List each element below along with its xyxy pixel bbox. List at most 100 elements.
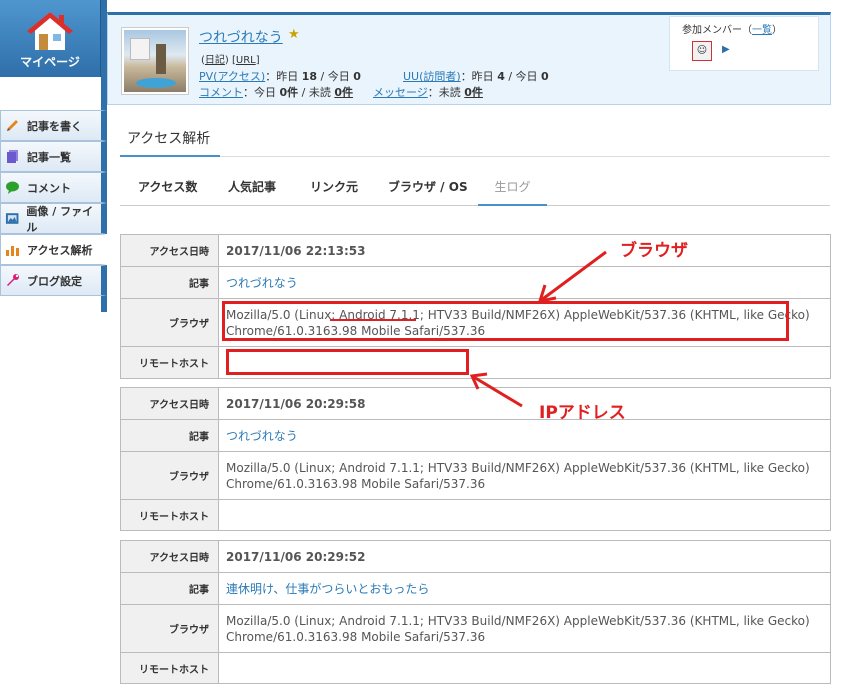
message-link[interactable]: メッセージ xyxy=(373,86,428,99)
sidebar-item-label: コメント xyxy=(27,181,71,195)
log-row-remote-host: リモートホスト xyxy=(120,652,831,684)
tab-raw-log[interactable]: 生ログ xyxy=(478,172,547,206)
pv-yesterday-value: 18 xyxy=(301,70,318,83)
sidebar-item-label: 画像 / ファイル xyxy=(26,204,94,234)
log-row-article: 記事 連休明け、仕事がつらいとおもったら xyxy=(120,572,831,605)
tab-access-count[interactable]: アクセス数 xyxy=(138,172,197,206)
uu-today-label: / 今日 xyxy=(508,70,538,83)
row-label: ブラウザ xyxy=(120,604,219,653)
sidebar-item-images-files[interactable]: 画像 / ファイル xyxy=(0,203,107,234)
log-row-datetime: アクセス日時 2017/11/06 20:29:58 xyxy=(120,387,831,420)
wrench-icon xyxy=(7,274,19,286)
row-label: リモートホスト xyxy=(120,499,219,531)
access-datetime: 2017/11/06 20:29:52 xyxy=(218,540,831,573)
article-link[interactable]: つれづれなう xyxy=(226,429,298,443)
title-underline xyxy=(120,155,220,157)
article-link[interactable]: つれづれなう xyxy=(226,276,298,290)
message-stats: メッセージ：未読 0件 xyxy=(373,84,483,100)
uu-link[interactable]: UU(訪問者) xyxy=(403,70,461,83)
diary-link[interactable]: 日記 xyxy=(205,55,225,66)
row-label: ブラウザ xyxy=(120,451,219,500)
tab-browser-os[interactable]: ブラウザ / OS xyxy=(388,172,468,206)
browser-annotation: ブラウザ xyxy=(620,241,688,261)
sidebar-menu: 記事を書く 記事一覧 コメント 画像 / ファイル アクセス解析 ブログ設定 xyxy=(0,110,107,296)
speech-bubble-icon xyxy=(6,181,19,194)
avatar-photo xyxy=(124,30,186,92)
row-label: リモートホスト xyxy=(120,346,219,379)
comment-today-value: 0件 xyxy=(279,86,299,99)
mypage-button[interactable]: マイページ xyxy=(0,0,101,77)
chevron-right-icon[interactable]: ▶ xyxy=(722,44,730,55)
comment-unread-link[interactable]: 0件 xyxy=(334,86,353,99)
sidebar-item-label: ブログ設定 xyxy=(27,274,82,288)
member-avatar-icon[interactable]: ☺ xyxy=(692,41,712,61)
uu-today-value: 0 xyxy=(541,70,549,83)
url-link[interactable]: URL xyxy=(236,55,256,66)
row-label: リモートホスト xyxy=(120,652,219,684)
star-icon[interactable]: ★ xyxy=(288,27,300,42)
ip-highlight-box xyxy=(226,349,469,375)
members-label: 参加メンバー（一覧） xyxy=(682,25,782,36)
row-label: 記事 xyxy=(120,266,219,299)
house-icon xyxy=(27,12,73,50)
remote-host xyxy=(218,499,831,531)
row-label: ブラウザ xyxy=(120,298,219,347)
sidebar-item-access-analysis[interactable]: アクセス解析 xyxy=(0,234,107,265)
ua-line1: Mozilla/5.0 (Linux; Android 7.1.1; HTV33… xyxy=(226,613,810,628)
log-row-datetime: アクセス日時 2017/11/06 20:29:52 xyxy=(120,540,831,573)
members-title: 参加メンバー xyxy=(682,25,742,36)
uu-yesterday-value: 4 xyxy=(497,70,505,83)
members-list-link[interactable]: 一覧 xyxy=(752,25,772,36)
user-agent: Mozilla/5.0 (Linux; Android 7.1.1; HTV33… xyxy=(218,604,831,653)
mypage-label: マイページ xyxy=(20,55,80,69)
remote-host xyxy=(218,652,831,684)
analysis-tabs: アクセス数 人気記事 リンク元 ブラウザ / OS 生ログ xyxy=(120,172,830,206)
comment-stats: コメント：今日 0件 / 未読 0件 xyxy=(199,84,353,100)
members-panel: 参加メンバー（一覧） ☺ ▶ xyxy=(669,16,819,71)
blog-title-link[interactable]: つれづれなう xyxy=(199,27,283,47)
row-label: 記事 xyxy=(120,572,219,605)
sidebar-item-article-list[interactable]: 記事一覧 xyxy=(0,141,107,172)
article-link[interactable]: 連休明け、仕事がつらいとおもったら xyxy=(226,582,429,596)
tab-referrers[interactable]: リンク元 xyxy=(310,172,358,206)
image-icon xyxy=(5,213,19,224)
row-label: アクセス日時 xyxy=(120,540,219,573)
sidebar-item-comments[interactable]: コメント xyxy=(0,172,107,203)
message-unread-label: ：未読 xyxy=(427,86,461,99)
log-entry: アクセス日時 2017/11/06 20:29:58 記事 つれづれなう ブラウ… xyxy=(120,387,831,531)
tab-popular-articles[interactable]: 人気記事 xyxy=(228,172,276,206)
sidebar-item-blog-settings[interactable]: ブログ設定 xyxy=(0,265,107,296)
blog-sublinks: (日記) [URL] xyxy=(201,55,260,66)
access-datetime: 2017/11/06 20:29:58 xyxy=(218,387,831,420)
comment-today-label: ：今日 xyxy=(243,86,276,99)
row-label: アクセス日時 xyxy=(120,234,219,267)
log-row-remote-host: リモートホスト xyxy=(120,499,831,531)
pv-today-value: 0 xyxy=(353,70,361,83)
avatar[interactable] xyxy=(121,27,189,95)
uu-stats: UU(訪問者)：昨日 4 / 今日 0 xyxy=(403,68,549,84)
sidebar-item-write-article[interactable]: 記事を書く xyxy=(0,110,107,141)
documents-icon xyxy=(7,150,18,163)
sidebar-item-label: アクセス解析 xyxy=(27,243,93,257)
log-row-article: 記事 つれづれなう xyxy=(120,419,831,452)
pv-today-label: / 今日 xyxy=(320,70,350,83)
message-unread-link[interactable]: 0件 xyxy=(464,86,483,99)
android-version-underline xyxy=(330,319,416,321)
comment-unread-label: / 未読 xyxy=(301,86,331,99)
log-row-article: 記事 つれづれなう xyxy=(120,266,831,299)
user-agent: Mozilla/5.0 (Linux; Android 7.1.1; HTV33… xyxy=(218,451,831,500)
pv-link[interactable]: PV(アクセス) xyxy=(199,70,265,83)
log-row-datetime: アクセス日時 2017/11/06 22:13:53 xyxy=(120,234,831,267)
log-entry: アクセス日時 2017/11/06 20:29:52 記事 連休明け、仕事がつら… xyxy=(120,540,831,684)
ua-line2: Chrome/61.0.3163.98 Mobile Safari/537.36 xyxy=(226,629,486,644)
title-divider xyxy=(220,156,830,157)
blog-profile-panel: つれづれなう ★ (日記) [URL] PV(アクセス)：昨日 18 / 今日 … xyxy=(107,12,831,105)
pv-yesterday-label: ：昨日 xyxy=(265,70,299,83)
pencil-icon xyxy=(7,120,18,131)
sidebar-item-label: 記事を書く xyxy=(27,119,82,133)
access-datetime: 2017/11/06 22:13:53 xyxy=(218,234,831,267)
ip-annotation: IPアドレス xyxy=(539,403,626,423)
browser-highlight-box xyxy=(222,301,789,341)
sidebar-item-label: 記事一覧 xyxy=(27,150,71,164)
comment-link[interactable]: コメント xyxy=(199,86,243,99)
